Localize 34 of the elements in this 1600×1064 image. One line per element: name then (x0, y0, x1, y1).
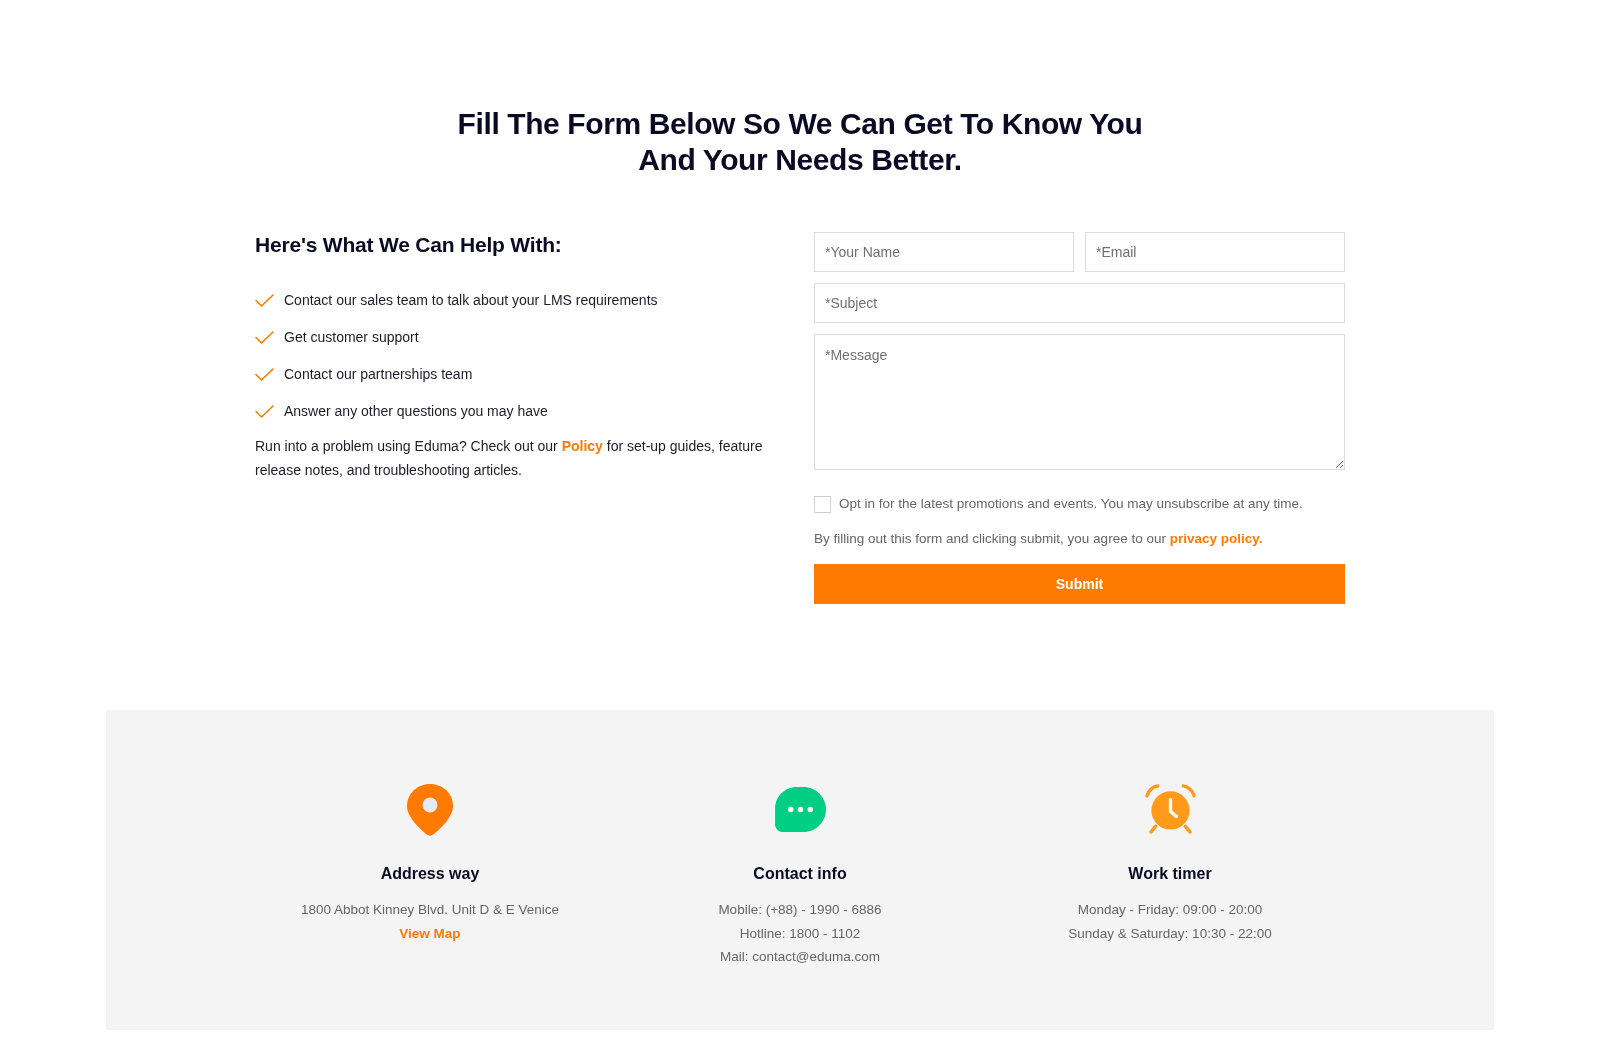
checkbox[interactable] (814, 495, 831, 513)
message-field[interactable]: *Message (814, 334, 1345, 470)
text-field[interactable]: *Subject (814, 283, 1345, 323)
info-text: Mobile: (+88) - 1990 - 6886 (718, 901, 882, 919)
checkbox-label: Opt in for the latest promotions and events. You may unsubscribe at any time. (839, 495, 1303, 513)
list-item-text: Contact our sales team to talk about your LMS requirements (284, 291, 658, 310)
info-text: Hotline: 1800 - 1102 (739, 924, 861, 943)
list-item-text: Answer any other questions you may have (284, 402, 548, 421)
info-text: Sunday & Saturday: 10:30 - 22:00 (1068, 924, 1272, 943)
checkmark-icon (255, 404, 274, 418)
list-item-text: Get customer support (284, 328, 419, 347)
consent-text: By filling out this form and clicking submit, you agree to our privacy policy. (814, 530, 1264, 548)
map-pin-icon (407, 783, 453, 836)
info-text: Monday - Friday: 09:00 - 20:00 (1077, 901, 1263, 919)
info-heading: Address way (380, 864, 480, 884)
info-heading: Work timer (1128, 864, 1212, 884)
chat-bubble-icon (774, 787, 826, 832)
text-field[interactable]: *Your Name (814, 232, 1074, 272)
info-text: 1800 Abbot Kinney Blvd. Unit D & E Venice (300, 901, 560, 919)
checkmark-icon (255, 330, 274, 344)
page-heading: Fill The Form Below So We Can Get To Know You And Your Needs Better. (456, 106, 1144, 178)
policy-link[interactable]: Policy (561, 438, 603, 454)
checkmark-icon (255, 367, 274, 381)
help-paragraph: Run into a problem using Eduma? Check out our Policy for set-up guides, feature release notes, and troubleshooting articles. (255, 437, 764, 480)
submit-button[interactable]: Submit (814, 564, 1345, 604)
section-heading: Here's What We Can Help With: (255, 232, 563, 258)
text-field[interactable]: *Email (1085, 232, 1345, 272)
checkmark-icon (255, 293, 274, 307)
info-text: Mail: contact@eduma.com (719, 948, 880, 966)
alarm-clock-icon (1143, 784, 1197, 835)
info-heading: Contact info (753, 864, 847, 884)
privacy-policy-link[interactable]: privacy policy. (1169, 531, 1263, 546)
map-link[interactable]: View Map (399, 921, 461, 945)
list-item-text: Contact our partnerships team (284, 365, 473, 384)
